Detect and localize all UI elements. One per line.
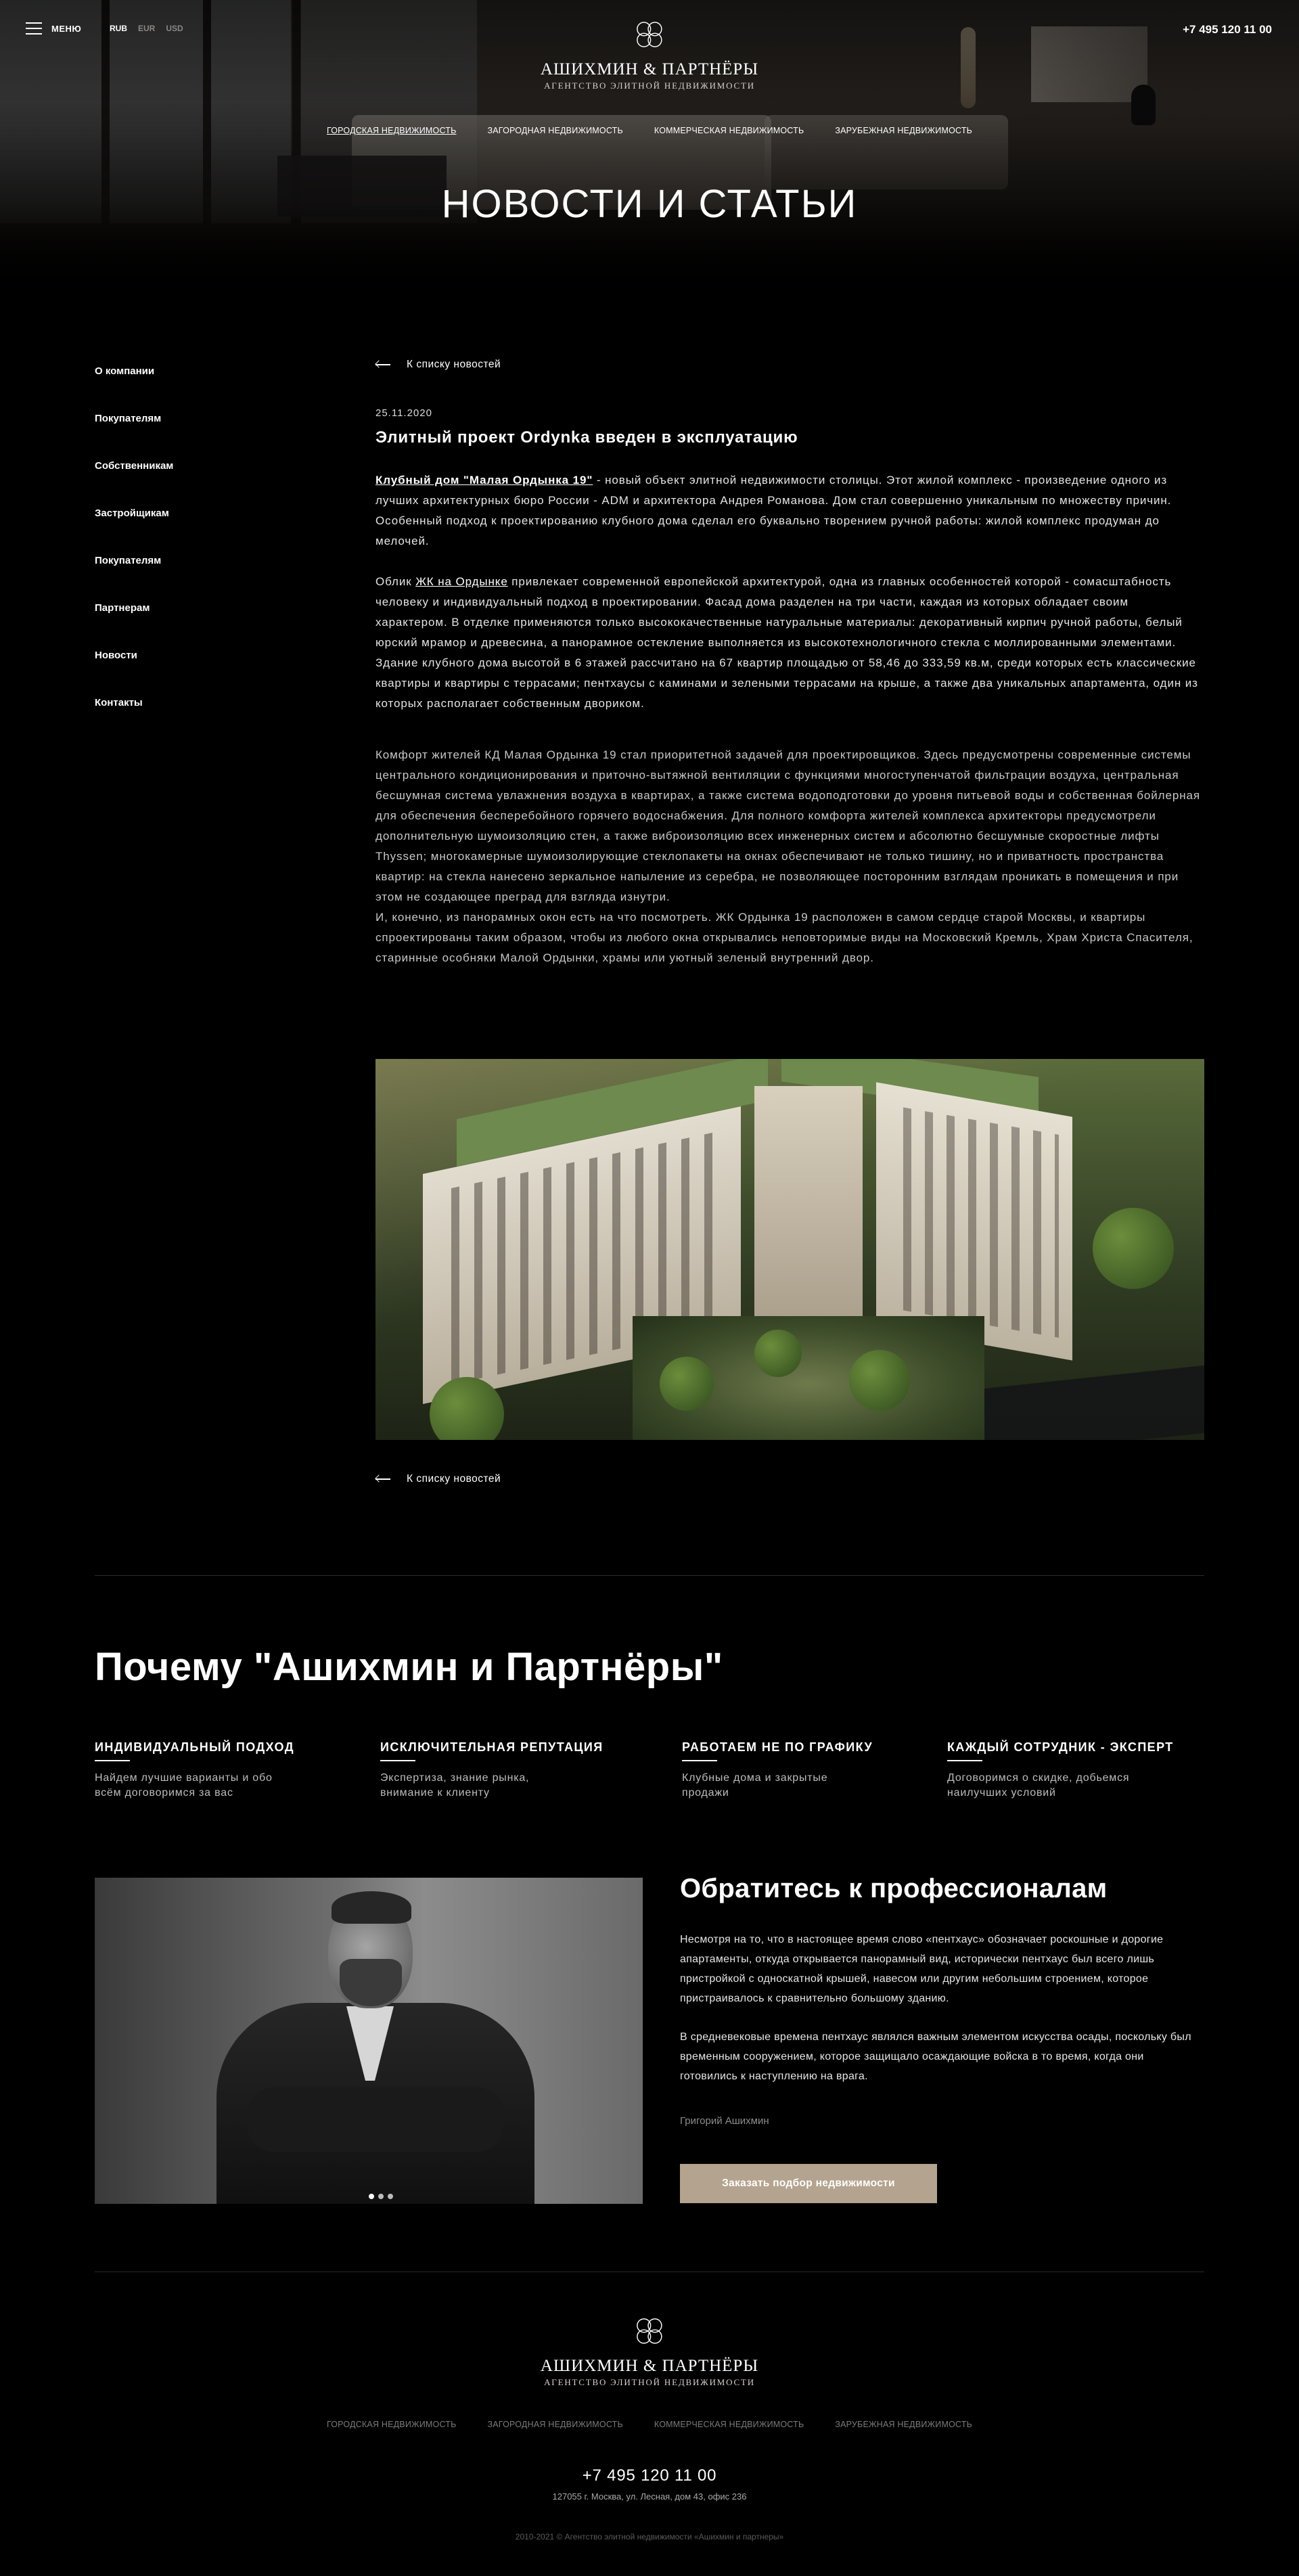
- footer-nav-commercial-property[interactable]: КОММЕРЧЕСКАЯ НЕДВИЖИМОСТЬ: [654, 2420, 804, 2429]
- back-to-news-link[interactable]: К списку новостей: [375, 359, 1204, 371]
- section-divider: [95, 1575, 1204, 1576]
- quatrefoil-logo-icon: [637, 2318, 662, 2344]
- footer-phone[interactable]: +7 495 120 11 00: [0, 2466, 1299, 2485]
- building-windows: [890, 1104, 1059, 1338]
- currency-rub[interactable]: RUB: [110, 24, 127, 33]
- nav-foreign-property[interactable]: ЗАРУБЕЖНАЯ НЕДВИЖИМОСТЬ: [835, 126, 972, 135]
- feature-title: РАБОТАЕМ НЕ ПО ГРАФИКУ: [682, 1740, 873, 1754]
- contact-title: Обратитесь к профессионалам: [680, 1874, 1108, 1903]
- article-body: Клубный дом "Малая Ордынка 19" - новый о…: [375, 470, 1204, 968]
- feature-reputation: ИСКЛЮЧИТЕЛЬНАЯ РЕПУТАЦИЯ Экспертиза, зна…: [380, 1740, 603, 1801]
- feature-underline: [95, 1760, 130, 1761]
- sidebar-item-buyers-2[interactable]: Покупателям: [95, 555, 173, 602]
- footer-nav-country-property[interactable]: ЗАГОРОДНАЯ НЕДВИЖИМОСТЬ: [488, 2420, 623, 2429]
- news-article: К списку новостей 25.11.2020 Элитный про…: [375, 359, 1204, 968]
- article-paragraph: Здание клубного дома высотой в 6 этажей …: [375, 656, 1198, 710]
- sidebar-item-partners[interactable]: Партнерам: [95, 602, 173, 650]
- sidebar-item-about[interactable]: О компании: [95, 365, 173, 413]
- slider-dot[interactable]: [388, 2194, 393, 2199]
- footer-address: 127055 г. Москва, ул. Лесная, дом 43, оф…: [552, 2491, 747, 2502]
- article-date: 25.11.2020: [375, 407, 432, 419]
- project-link[interactable]: Клубный дом "Малая Ордынка 19": [375, 474, 593, 487]
- feature-schedule: РАБОТАЕМ НЕ ПО ГРАФИКУ Клубные дома и за…: [682, 1740, 873, 1801]
- article-title: Элитный проект Ordynka введен в эксплуат…: [375, 428, 798, 447]
- nav-commercial-property[interactable]: КОММЕРЧЕСКАЯ НЕДВИЖИМОСТЬ: [654, 126, 804, 135]
- currency-switcher: RUB EUR USD: [110, 24, 183, 33]
- feature-underline: [682, 1760, 717, 1761]
- arrow-left-icon: [375, 361, 390, 368]
- feature-text: Клубные дома и закрытые продажи: [682, 1772, 828, 1799]
- footer-nav-foreign-property[interactable]: ЗАРУБЕЖНАЯ НЕДВИЖИМОСТЬ: [835, 2420, 972, 2429]
- tree: [1093, 1208, 1174, 1289]
- article-paragraph: Клубный дом "Малая Ордынка 19" - новый о…: [375, 470, 1204, 551]
- currency-eur[interactable]: EUR: [138, 24, 155, 33]
- page-title: НОВОСТИ И СТАТЬИ: [441, 182, 858, 226]
- back-to-news-label: К списку новостей: [407, 1473, 501, 1485]
- tree: [754, 1330, 802, 1377]
- contact-text: Несмотря на то, что в настоящее время сл…: [680, 1930, 1201, 2086]
- contact-paragraph: В средневековые времена пентхаус являлся…: [680, 2031, 1191, 2082]
- feature-text: Найдем лучшие варианты и обо всём договор…: [95, 1772, 273, 1799]
- feature-expert: КАЖДЫЙ СОТРУДНИК - ЭКСПЕРТ Договоримся о…: [947, 1740, 1174, 1801]
- site-header: МЕНЮ RUB EUR USD АШИХМИН & ПАРТНЁРЫ АГЕН…: [0, 0, 1299, 135]
- paragraph-text: Облик: [375, 575, 416, 588]
- currency-usd[interactable]: USD: [166, 24, 183, 33]
- nav-city-property[interactable]: ГОРОДСКАЯ НЕДВИЖИМОСТЬ: [327, 126, 457, 135]
- article-paragraph: Облик ЖК на Ордынке привлекает современн…: [375, 572, 1204, 653]
- article-paragraph: И, конечно, из панорамных окон есть на ч…: [375, 911, 1193, 964]
- feature-title: ИНДИВИДУАЛЬНЫЙ ПОДХОД: [95, 1740, 294, 1754]
- logo-brand: АШИХМИН & ПАРТНЁРЫ: [540, 2357, 759, 2375]
- article-image: [375, 1059, 1204, 1440]
- complex-link[interactable]: ЖК на Ордынке: [415, 575, 508, 588]
- logo-tagline: АГЕНТСТВО ЭЛИТНОЙ НЕДВИЖИМОСТИ: [544, 81, 755, 91]
- slider-dots: [369, 2194, 393, 2199]
- arrow-left-icon: [375, 1476, 390, 1483]
- sidebar-item-news[interactable]: Новости: [95, 650, 173, 697]
- footer-logo[interactable]: АШИХМИН & ПАРТНЁРЫ АГЕНТСТВО ЭЛИТНОЙ НЕД…: [541, 2313, 758, 2388]
- header-phone[interactable]: +7 495 120 11 00: [1183, 23, 1272, 37]
- menu-button[interactable]: МЕНЮ: [26, 22, 81, 35]
- footer-copyright: 2010-2021 © Агентство элитной недвижимос…: [515, 2532, 784, 2541]
- building-wing: [754, 1086, 863, 1330]
- slider-dot[interactable]: [369, 2194, 374, 2199]
- feature-individual: ИНДИВИДУАЛЬНЫЙ ПОДХОД Найдем лучшие вари…: [95, 1740, 294, 1801]
- signature: Григорий Ашихмин: [680, 2115, 769, 2127]
- contact-paragraph: Несмотря на то, что в настоящее время сл…: [680, 1934, 1164, 2004]
- feature-underline: [947, 1760, 982, 1761]
- logo-tagline: АГЕНТСТВО ЭЛИТНОЙ НЕДВИЖИМОСТИ: [544, 2377, 755, 2387]
- nav-country-property[interactable]: ЗАГОРОДНАЯ НЕДВИЖИМОСТЬ: [488, 126, 623, 135]
- feature-text: Договоримся о скидке, добьемся наилучших …: [947, 1772, 1130, 1799]
- quatrefoil-logo-icon: [637, 22, 662, 47]
- category-nav: ГОРОДСКАЯ НЕДВИЖИМОСТЬ ЗАГОРОДНАЯ НЕДВИЖ…: [0, 126, 1299, 135]
- feature-title: ИСКЛЮЧИТЕЛЬНАЯ РЕПУТАЦИЯ: [380, 1740, 603, 1754]
- back-to-news-link-bottom[interactable]: К списку новостей: [375, 1473, 501, 1485]
- tree: [849, 1350, 910, 1411]
- founder-photo: [95, 1878, 643, 2204]
- feature-title: КАЖДЫЙ СОТРУДНИК - ЭКСПЕРТ: [947, 1740, 1174, 1754]
- order-selection-button[interactable]: Заказать подбор недвижимости: [680, 2164, 937, 2203]
- tree: [660, 1357, 714, 1411]
- sidebar-item-buyers[interactable]: Покупателям: [95, 413, 173, 460]
- slider-dot[interactable]: [378, 2194, 384, 2199]
- why-us-title: Почему "Ашихмин и Партнёры": [95, 1645, 723, 1689]
- back-to-news-label: К списку новостей: [407, 359, 501, 370]
- feature-text: Экспертиза, знание рынка, внимание к клие…: [380, 1772, 530, 1799]
- footer-nav-city-property[interactable]: ГОРОДСКАЯ НЕДВИЖИМОСТЬ: [327, 2420, 457, 2429]
- footer-category-nav: ГОРОДСКАЯ НЕДВИЖИМОСТЬ ЗАГОРОДНАЯ НЕДВИЖ…: [0, 2420, 1299, 2429]
- hamburger-icon: [26, 22, 42, 35]
- sidebar-nav: О компании Покупателям Собственникам Зас…: [95, 365, 173, 744]
- article-paragraph: Комфорт жителей КД Малая Ордынка 19 стал…: [375, 748, 1200, 903]
- sidebar-item-owners[interactable]: Собственникам: [95, 460, 173, 507]
- sidebar-item-contacts[interactable]: Контакты: [95, 697, 173, 744]
- feature-underline: [380, 1760, 415, 1761]
- site-logo[interactable]: АШИХМИН & ПАРТНЁРЫ АГЕНТСТВО ЭЛИТНОЙ НЕД…: [541, 16, 758, 91]
- logo-brand: АШИХМИН & ПАРТНЁРЫ: [540, 60, 759, 78]
- menu-label: МЕНЮ: [51, 23, 82, 34]
- sidebar-item-developers[interactable]: Застройщикам: [95, 507, 173, 555]
